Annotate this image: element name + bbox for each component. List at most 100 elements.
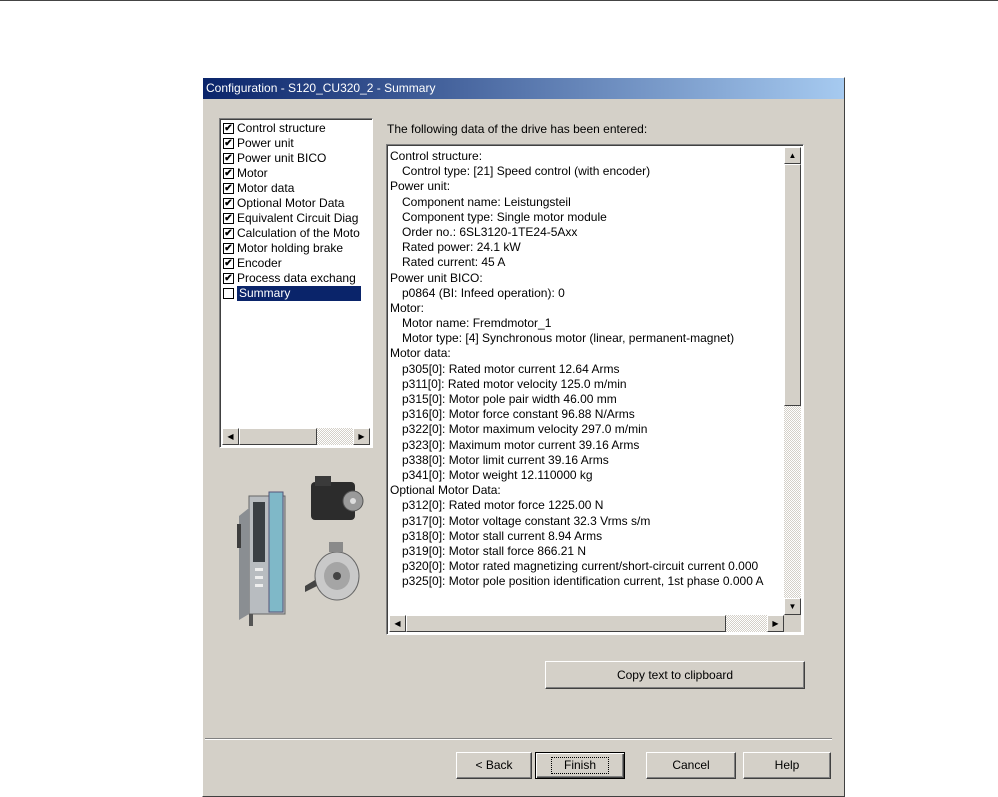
summary-value-line: Component type: Single motor module [402, 209, 607, 224]
tree-item[interactable]: Summary [223, 286, 372, 301]
summary-horizontal-scrollbar[interactable]: ◀ ▶ [389, 615, 784, 632]
configuration-dialog: Configuration - S120_CU320_2 - Summary ✔… [202, 77, 845, 797]
tree-horizontal-scrollbar[interactable]: ◀ ▶ [222, 428, 370, 445]
cancel-button[interactable]: Cancel [646, 752, 736, 779]
checked-checkbox-icon[interactable]: ✔ [223, 198, 234, 209]
unchecked-checkbox-icon[interactable] [223, 288, 234, 299]
back-button-label: < Back [475, 758, 513, 772]
summary-value-line: p322[0]: Motor maximum velocity 297.0 m/… [402, 422, 648, 437]
copy-to-clipboard-button[interactable]: Copy text to clipboard [545, 661, 805, 689]
tree-item[interactable]: ✔ Calculation of the Moto [223, 226, 372, 241]
summary-textbox[interactable]: Control structure: Control type: [21] Spe… [386, 144, 804, 635]
finish-button-label: Finish [563, 758, 596, 772]
checked-checkbox-icon[interactable]: ✔ [223, 138, 234, 149]
tree-item-label: Motor holding brake [237, 241, 344, 255]
tree-item-label: Summary [237, 286, 361, 301]
cancel-button-label: Cancel [672, 758, 710, 772]
scroll-right-arrow-icon[interactable]: ▶ [767, 615, 784, 632]
checked-checkbox-icon[interactable]: ✔ [223, 123, 234, 134]
tree-item-label: Equivalent Circuit Diag [237, 211, 359, 225]
summary-value-line: p312[0]: Rated motor force 1225.00 N [402, 498, 604, 513]
summary-value-line: Component name: Leistungsteil [402, 194, 571, 209]
page-top-rule [0, 0, 998, 1]
encoder-image [305, 542, 360, 601]
tree-item-label: Optional Motor Data [237, 196, 345, 210]
back-button[interactable]: < Back [456, 752, 532, 779]
summary-value-line: Rated current: 45 A [402, 255, 506, 270]
summary-lines: Control structure: Control type: [21] Spe… [390, 149, 782, 589]
summary-section-header: Optional Motor Data: [390, 483, 501, 498]
checked-checkbox-icon[interactable]: ✔ [223, 183, 234, 194]
summary-vertical-scrollbar[interactable]: ▲ ▼ [784, 147, 801, 615]
tree-item[interactable]: ✔ Power unit [223, 136, 372, 151]
finish-focus-ring: Finish [550, 757, 609, 774]
tree-scroll-thumb[interactable] [239, 428, 317, 445]
summary-value-line: p338[0]: Motor limit current 39.16 Arms [402, 452, 609, 467]
summary-value-line: p305[0]: Rated motor current 12.64 Arms [402, 361, 620, 376]
summary-heading: The following data of the drive has been… [387, 122, 648, 136]
tree-item[interactable]: ✔ Motor [223, 166, 372, 181]
tree-item[interactable]: ✔ Optional Motor Data [223, 196, 372, 211]
tree-item-label: Encoder [237, 256, 282, 270]
summary-value-line: p325[0]: Motor pole position identificat… [402, 574, 764, 589]
summary-value-line: Control type: [21] Speed control (with e… [402, 164, 651, 179]
scrollbar-corner [784, 615, 801, 632]
help-button[interactable]: Help [743, 752, 831, 779]
tree-item-label: Motor data [237, 181, 295, 195]
summary-value-line: p316[0]: Motor force constant 96.88 N/Ar… [402, 407, 635, 422]
finish-button[interactable]: Finish [535, 752, 625, 779]
scroll-left-arrow-icon[interactable]: ◀ [222, 428, 239, 445]
summary-section-header: Motor: [390, 300, 425, 315]
motor-module-image [237, 491, 286, 626]
scroll-right-arrow-icon[interactable]: ▶ [353, 428, 370, 445]
tree-item[interactable]: ✔ Process data exchang [223, 271, 372, 286]
checked-checkbox-icon[interactable]: ✔ [223, 243, 234, 254]
tree-item[interactable]: ✔ Encoder [223, 256, 372, 271]
tree-item-label: Power unit BICO [237, 151, 327, 165]
summary-value-line: p323[0]: Maximum motor current 39.16 Arm… [402, 437, 640, 452]
tree-item[interactable]: ✔ Equivalent Circuit Diag [223, 211, 372, 226]
checked-checkbox-icon[interactable]: ✔ [223, 228, 234, 239]
summary-value-line: p0864 (BI: Infeed operation): 0 [402, 285, 565, 300]
checked-checkbox-icon[interactable]: ✔ [223, 273, 234, 284]
summary-value-line: p315[0]: Motor pole pair width 46.00 mm [402, 392, 617, 406]
tree-item-label: Process data exchang [237, 271, 356, 285]
servo-motor-image [311, 476, 364, 520]
tree-item-label: Power unit [237, 136, 294, 150]
wizard-steps-list: ✔ Control structure ✔ Power unit ✔ Power unit… [223, 121, 372, 301]
wizard-steps-tree[interactable]: ✔ Control structure ✔ Power unit ✔ Power unit… [219, 118, 373, 448]
drive-hardware-illustration [237, 476, 364, 626]
summary-value-line: Motor name: Fremdmotor_1 [402, 316, 552, 331]
summary-section-header: Power unit: [390, 179, 451, 194]
scroll-down-arrow-icon[interactable]: ▼ [784, 598, 801, 615]
scroll-up-arrow-icon[interactable]: ▲ [784, 147, 801, 164]
checked-checkbox-icon[interactable]: ✔ [223, 258, 234, 269]
summary-section-header: Motor data: [390, 346, 451, 361]
summary-value-line: p317[0]: Motor voltage constant 32.3 Vrm… [402, 513, 651, 528]
checked-checkbox-icon[interactable]: ✔ [223, 168, 234, 179]
tree-item[interactable]: ✔ Power unit BICO [223, 151, 372, 166]
checked-checkbox-icon[interactable]: ✔ [223, 153, 234, 164]
summary-value-line: Motor type: [4] Synchronous motor (linea… [402, 331, 735, 346]
summary-section-header: Control structure: [390, 149, 483, 163]
tree-item[interactable]: ✔ Motor holding brake [223, 241, 372, 256]
tree-item[interactable]: ✔ Control structure [223, 121, 372, 136]
summary-horizontal-thumb[interactable] [406, 615, 726, 632]
summary-value-line: p319[0]: Motor stall force 866.21 N [402, 543, 587, 558]
summary-value-line: p311[0]: Rated motor velocity 125.0 m/mi… [402, 376, 627, 391]
summary-value-line: p341[0]: Motor weight 12.110000 kg [402, 467, 593, 482]
summary-value-line: p318[0]: Motor stall current 8.94 Arms [402, 528, 603, 543]
summary-section-header: Power unit BICO: [390, 270, 483, 285]
summary-value-line: Rated power: 24.1 kW [402, 240, 521, 255]
tree-item-label: Motor [237, 166, 268, 180]
button-separator [205, 738, 832, 740]
tree-item-label: Control structure [237, 121, 326, 135]
dialog-title: Configuration - S120_CU320_2 - Summary [206, 81, 436, 95]
summary-vertical-thumb[interactable] [784, 164, 801, 406]
tree-item[interactable]: ✔ Motor data [223, 181, 372, 196]
summary-value-line: Order no.: 6SL3120-1TE24-5Axx [402, 224, 578, 239]
summary-value-line: p320[0]: Motor rated magnetizing current… [402, 559, 759, 574]
checked-checkbox-icon[interactable]: ✔ [223, 213, 234, 224]
scroll-left-arrow-icon[interactable]: ◀ [389, 615, 406, 632]
tree-item-label: Calculation of the Moto [237, 226, 360, 240]
